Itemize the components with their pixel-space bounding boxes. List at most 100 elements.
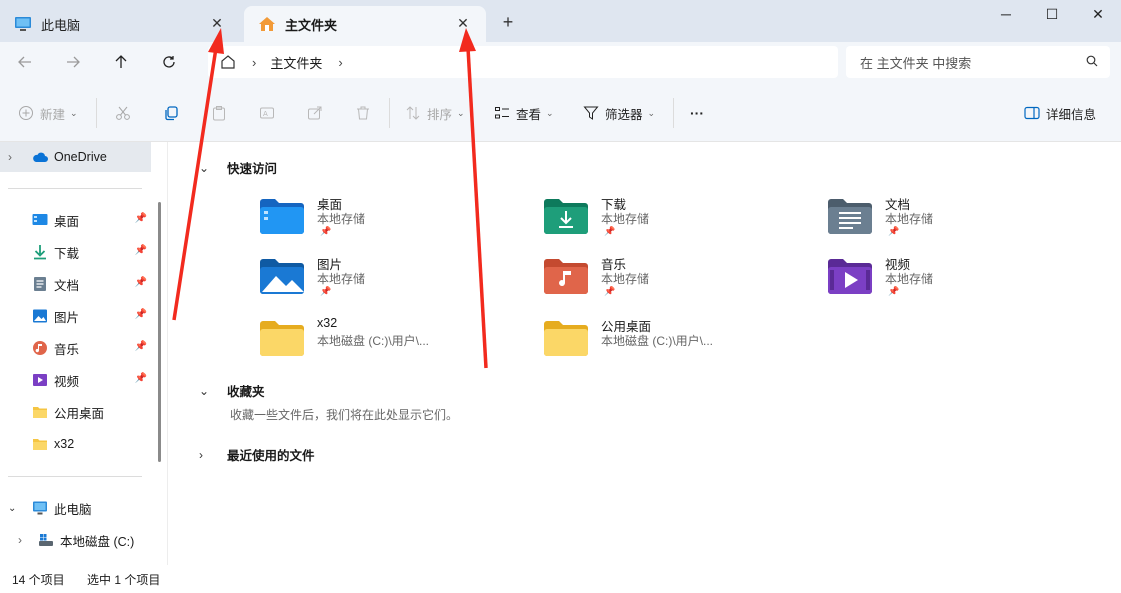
quick-access-item-documents[interactable]: 文档 本地存储 📌 — [828, 192, 1088, 248]
documents-icon — [34, 277, 46, 291]
pin-icon: 📌 — [888, 286, 900, 296]
breadcrumb-separator-icon: › — [252, 54, 257, 70]
sidebar-item-pictures[interactable]: 图片 📌 — [0, 301, 151, 331]
recent-files-header[interactable]: › 最近使用的文件 — [199, 445, 315, 464]
scissors-icon — [116, 106, 130, 120]
chevron-right-icon[interactable]: › — [199, 448, 211, 462]
chevron-down-icon[interactable]: ⌄ — [8, 503, 20, 514]
refresh-button[interactable] — [156, 50, 182, 74]
sort-label: 排序 — [427, 107, 453, 122]
cloud-icon — [33, 152, 48, 162]
sidebar-scrollbar[interactable] — [158, 202, 161, 462]
close-window-button[interactable]: ✕ — [1075, 0, 1121, 28]
up-button[interactable] — [108, 50, 134, 74]
sidebar-item-label: 桌面 — [54, 214, 80, 229]
drive-icon — [39, 534, 53, 546]
quick-access-header[interactable]: ⌄ 快速访问 — [199, 158, 277, 177]
command-bar: 新建 ⌄ A 排序 ⌄ 查看 ⌄ 筛选器 ⌄ ··· 详细信息 — [0, 82, 1121, 142]
sidebar-item-music[interactable]: 音乐 📌 — [0, 333, 151, 363]
rename-button[interactable]: A — [259, 102, 281, 124]
search-input[interactable]: 在 主文件夹 中搜索 — [846, 46, 1110, 78]
paste-button[interactable] — [211, 102, 233, 124]
cut-button[interactable] — [115, 102, 137, 124]
pin-icon[interactable]: 📌 — [135, 373, 147, 384]
new-tab-button[interactable]: + — [498, 12, 518, 32]
sidebar-item-onedrive[interactable]: › OneDrive — [0, 142, 151, 172]
view-label: 查看 — [516, 107, 542, 122]
share-button[interactable] — [307, 102, 329, 124]
pin-icon[interactable]: 📌 — [135, 277, 147, 288]
sidebar-item-videos[interactable]: 视频 📌 — [0, 365, 151, 395]
tab-label: 主文件夹 — [285, 17, 338, 33]
monitor-icon — [33, 501, 47, 515]
quick-access-item-public-desktop[interactable]: 公用桌面 本地磁盘 (C:)\用户\... — [544, 314, 804, 370]
details-label: 详细信息 — [1046, 107, 1097, 122]
pin-icon: 📌 — [320, 226, 332, 236]
view-button[interactable]: 查看 ⌄ — [494, 102, 554, 124]
pin-icon[interactable]: 📌 — [135, 341, 147, 352]
quick-access-item-music[interactable]: 音乐 本地存储 📌 — [544, 252, 804, 308]
new-button[interactable]: 新建 ⌄ — [18, 102, 78, 124]
favorites-header[interactable]: ⌄ 收藏夹 — [199, 381, 265, 400]
download-folder-icon — [544, 199, 588, 234]
sidebar-item-label: x32 — [54, 437, 75, 451]
filter-icon — [583, 106, 599, 120]
pin-icon[interactable]: 📌 — [135, 213, 147, 224]
sidebar-item-this-pc[interactable]: ⌄ 此电脑 — [0, 493, 151, 523]
sidebar-item-documents[interactable]: 文档 📌 — [0, 269, 151, 299]
chevron-down-icon[interactable]: ⌄ — [199, 384, 211, 398]
sidebar-item-local-disk[interactable]: › 本地磁盘 (C:) — [0, 525, 151, 555]
trash-icon — [357, 106, 369, 120]
more-options-button[interactable]: ··· — [690, 102, 704, 124]
sidebar-item-downloads[interactable]: 下载 📌 — [0, 237, 151, 267]
sidebar-item-public-desktop[interactable]: 公用桌面 — [0, 397, 151, 427]
quick-access-item-pictures[interactable]: 图片 本地存储 📌 — [260, 252, 520, 308]
svg-text:A: A — [263, 110, 268, 118]
sidebar-item-label: 视频 — [54, 374, 80, 389]
quick-access-item-downloads[interactable]: 下载 本地存储 📌 — [544, 192, 804, 248]
item-location: 本地存储 — [601, 212, 650, 226]
minimize-button[interactable]: ─ — [983, 0, 1029, 28]
breadcrumb-home[interactable]: 主文件夹 — [270, 53, 322, 72]
address-bar[interactable]: › 主文件夹 › — [208, 46, 838, 78]
selection-count: 选中 1 个项目 — [87, 573, 161, 587]
filter-button[interactable]: 筛选器 ⌄ — [583, 102, 655, 124]
sidebar-item-desktop[interactable]: 桌面 📌 — [0, 205, 151, 235]
sidebar-item-label: 图片 — [54, 310, 80, 325]
delete-button[interactable] — [355, 102, 377, 124]
download-icon — [34, 245, 46, 260]
pin-icon: 📌 — [604, 226, 616, 236]
close-tab-icon[interactable]: ✕ — [454, 14, 472, 32]
details-pane-button[interactable]: 详细信息 — [1024, 102, 1096, 124]
details-pane-icon — [1024, 106, 1040, 120]
item-count: 14 个项目 — [12, 573, 65, 587]
chevron-right-icon[interactable]: › — [18, 533, 30, 547]
folder-icon — [33, 439, 47, 450]
item-location: 本地磁盘 (C:)\用户\... — [317, 334, 429, 348]
sidebar-item-x32[interactable]: x32 — [0, 429, 151, 459]
forward-button[interactable] — [60, 50, 86, 74]
close-tab-icon[interactable]: ✕ — [208, 14, 226, 32]
breadcrumb-separator-icon[interactable]: › — [338, 55, 342, 70]
back-button[interactable] — [12, 50, 38, 74]
quick-access-item-desktop[interactable]: 桌面 本地存储 📌 — [260, 192, 520, 248]
quick-access-item-videos[interactable]: 视频 本地存储 📌 — [828, 252, 1088, 308]
copy-button[interactable] — [163, 102, 185, 124]
item-location: 本地存储 — [317, 272, 366, 286]
quick-access-item-x32[interactable]: x32 本地磁盘 (C:)\用户\... — [260, 314, 520, 370]
maximize-button[interactable]: ☐ — [1029, 0, 1075, 28]
pin-icon[interactable]: 📌 — [135, 245, 147, 256]
tab-home[interactable]: 主文件夹 ✕ — [244, 6, 486, 42]
chevron-right-icon[interactable]: › — [8, 150, 20, 164]
tab-this-pc[interactable]: 此电脑 ✕ — [0, 6, 240, 42]
sort-button[interactable]: 排序 ⌄ — [405, 102, 465, 124]
pictures-folder-icon — [260, 259, 304, 294]
item-location: 本地存储 — [317, 212, 366, 226]
copy-icon — [165, 106, 178, 121]
pin-icon: 📌 — [888, 226, 900, 236]
new-button-label: 新建 — [40, 107, 66, 122]
pin-icon: 📌 — [604, 286, 616, 296]
chevron-down-icon[interactable]: ⌄ — [199, 161, 211, 175]
videos-icon — [33, 374, 47, 386]
pin-icon[interactable]: 📌 — [135, 309, 147, 320]
